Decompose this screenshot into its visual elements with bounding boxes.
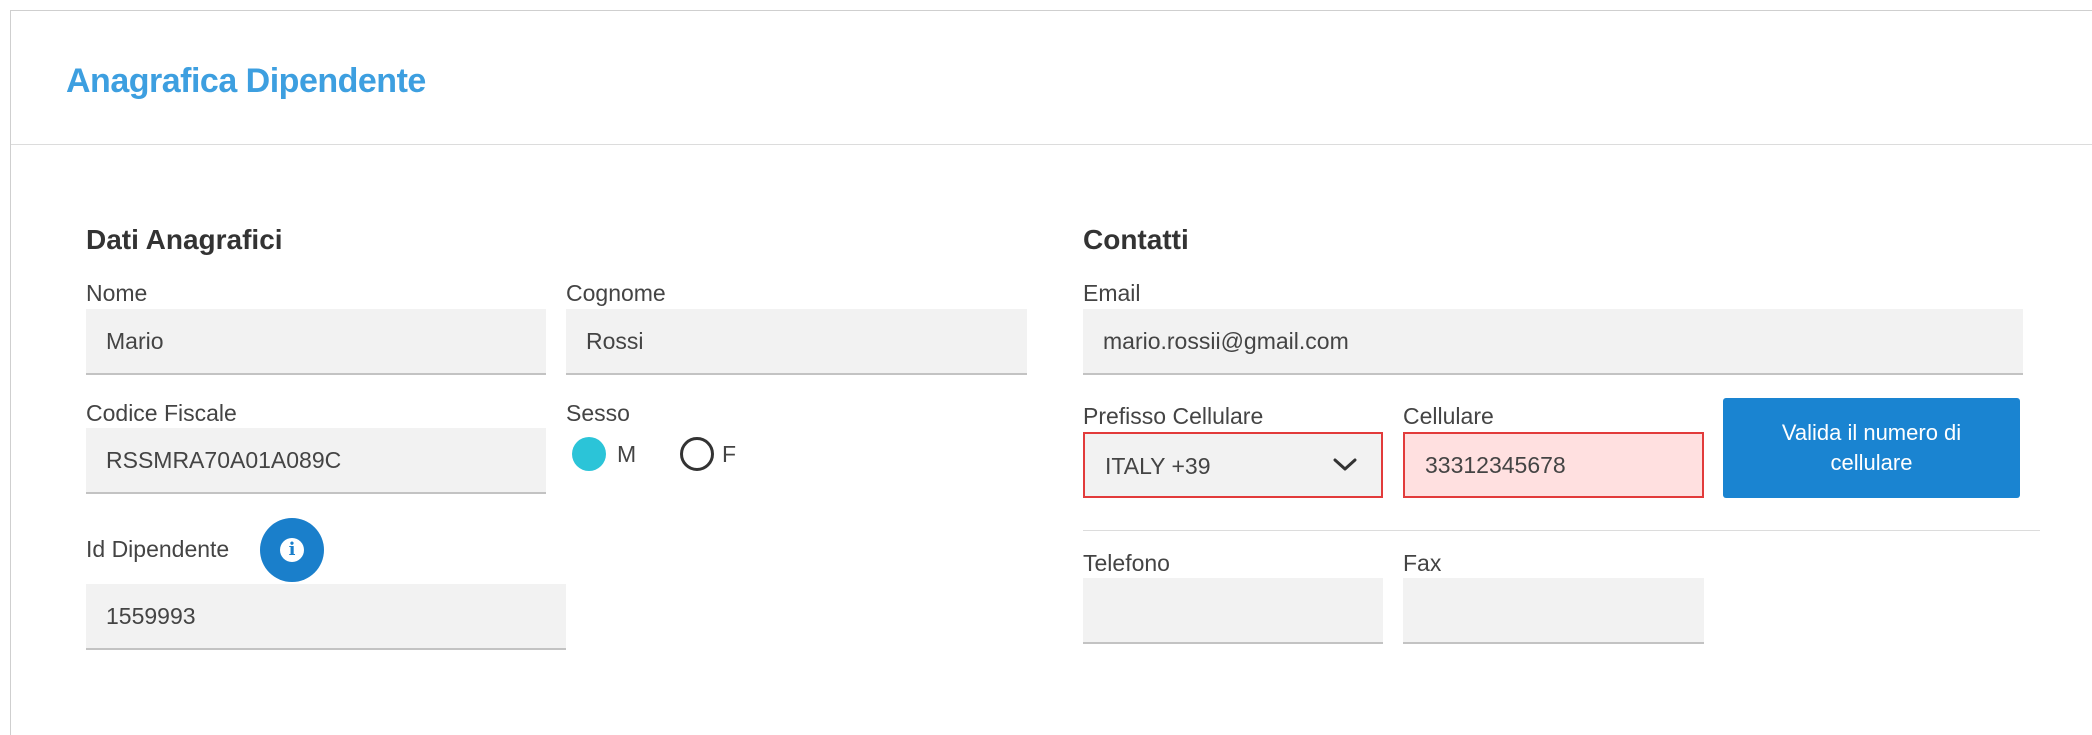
cognome-input[interactable] bbox=[566, 309, 1027, 373]
chevron-down-icon bbox=[1333, 458, 1357, 471]
page-title: Anagrafica Dipendente bbox=[66, 62, 426, 100]
cellulare-field[interactable] bbox=[1403, 432, 1704, 498]
telefono-input[interactable] bbox=[1083, 578, 1383, 642]
prefisso-label: Prefisso Cellulare bbox=[1083, 403, 1264, 429]
valida-cellulare-button[interactable]: Valida il numero di cellulare bbox=[1723, 398, 2020, 498]
sesso-f-label: F bbox=[722, 441, 737, 467]
sesso-f-radio[interactable] bbox=[680, 437, 714, 471]
codice-fiscale-field[interactable] bbox=[86, 428, 546, 494]
telefono-label: Telefono bbox=[1083, 550, 1170, 576]
prefisso-select[interactable]: ITALY +39 bbox=[1083, 432, 1383, 498]
cellulare-input[interactable] bbox=[1405, 434, 1702, 496]
cognome-label: Cognome bbox=[566, 280, 666, 306]
nome-label: Nome bbox=[86, 280, 148, 306]
email-input[interactable] bbox=[1083, 309, 2023, 373]
id-dipendente-input[interactable] bbox=[86, 584, 566, 648]
prefisso-value: ITALY +39 bbox=[1105, 453, 1211, 479]
id-dipendente-label: Id Dipendente bbox=[86, 536, 230, 562]
email-label: Email bbox=[1083, 280, 1141, 306]
fax-field[interactable] bbox=[1403, 578, 1704, 644]
codice-fiscale-label: Codice Fiscale bbox=[86, 400, 237, 426]
nome-field[interactable] bbox=[86, 309, 546, 375]
sesso-m-radio[interactable] bbox=[572, 437, 606, 471]
contatti-title: Contatti bbox=[1083, 224, 1189, 255]
id-dipendente-field[interactable] bbox=[86, 584, 566, 650]
header-divider bbox=[11, 144, 2092, 145]
email-field[interactable] bbox=[1083, 309, 2023, 375]
fax-input[interactable] bbox=[1403, 578, 1704, 642]
info-icon[interactable]: i bbox=[260, 518, 324, 582]
dati-anagrafici-title: Dati Anagrafici bbox=[86, 224, 283, 255]
contatti-divider bbox=[1083, 530, 2040, 531]
telefono-field[interactable] bbox=[1083, 578, 1383, 644]
nome-input[interactable] bbox=[86, 309, 546, 373]
cellulare-label: Cellulare bbox=[1403, 403, 1494, 429]
cognome-field[interactable] bbox=[566, 309, 1027, 375]
sesso-label: Sesso bbox=[566, 400, 630, 426]
codice-fiscale-input[interactable] bbox=[86, 428, 546, 492]
fax-label: Fax bbox=[1403, 550, 1442, 576]
sesso-m-label: M bbox=[617, 441, 637, 467]
